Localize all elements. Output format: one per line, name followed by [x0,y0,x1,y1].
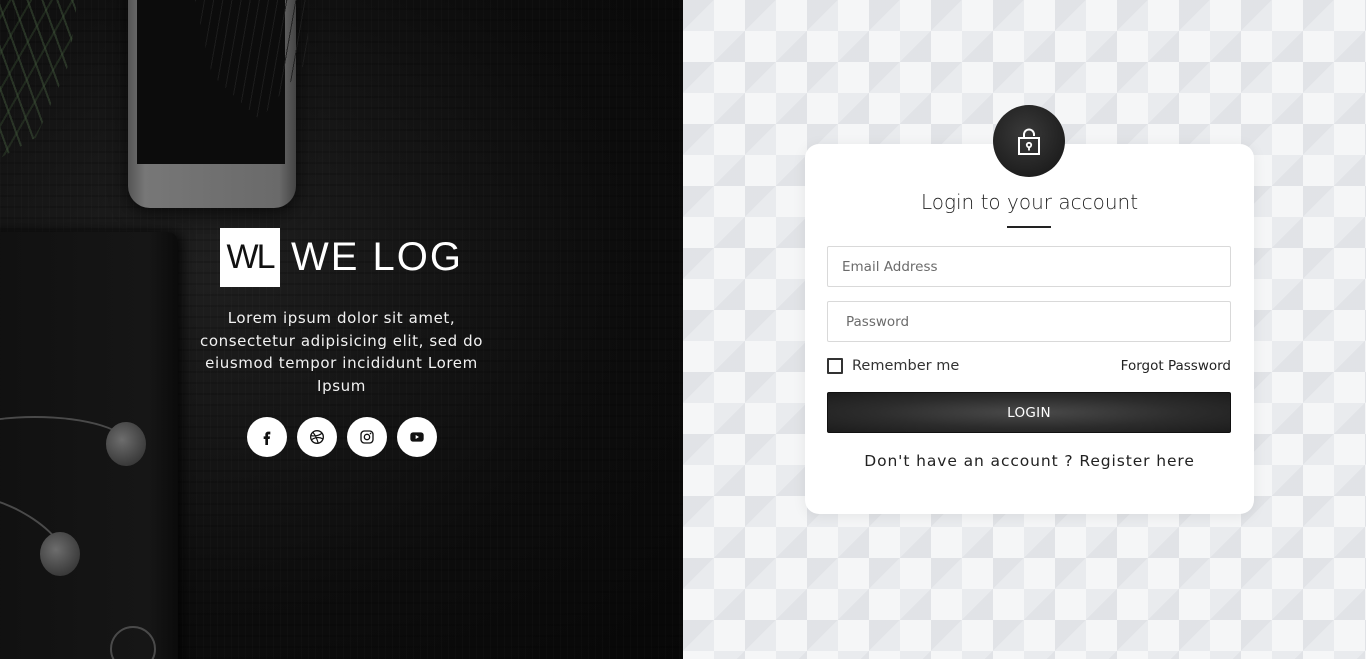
facebook-link[interactable] [246,417,287,457]
phone-decoration [128,0,308,208]
brand-tagline: Lorem ipsum dolor sit amet, consectetur … [199,309,484,395]
dribbble-icon [309,430,324,444]
youtube-icon [409,432,424,442]
logo: WL WE LOG [219,228,464,287]
dribbble-link[interactable] [296,417,337,457]
email-input[interactable] [827,246,1231,287]
login-title: Login to your account [920,190,1139,214]
social-links [246,417,437,457]
youtube-link[interactable] [396,417,437,457]
lock-badge [993,105,1065,177]
instagram-link[interactable] [346,417,387,457]
forgot-password-link[interactable]: Forgot Password [1121,358,1231,374]
remember-me[interactable]: Remember me [827,358,959,374]
title-underline [1007,226,1051,228]
login-button[interactable]: LOGIN [827,392,1231,433]
earbud-bottom [40,532,80,576]
facebook-icon [263,431,270,445]
hero-panel: WL WE LOG Lorem ipsum dolor sit amet, co… [0,0,683,659]
brand-name: WE LOG [290,235,464,279]
password-input[interactable] [827,301,1231,342]
login-card: Login to your account Remember me Forgot… [805,105,1254,514]
remember-checkbox[interactable] [827,358,843,374]
instagram-icon [359,430,374,444]
logo-mark: WL [219,228,280,287]
remember-label: Remember me [852,358,960,374]
lock-icon [1018,128,1040,155]
register-link[interactable]: Don't have an account ? Register here [805,452,1254,470]
login-panel: Login to your account Remember me Forgot… [683,0,1366,659]
brand-block: WL WE LOG Lorem ipsum dolor sit amet, co… [0,228,683,457]
